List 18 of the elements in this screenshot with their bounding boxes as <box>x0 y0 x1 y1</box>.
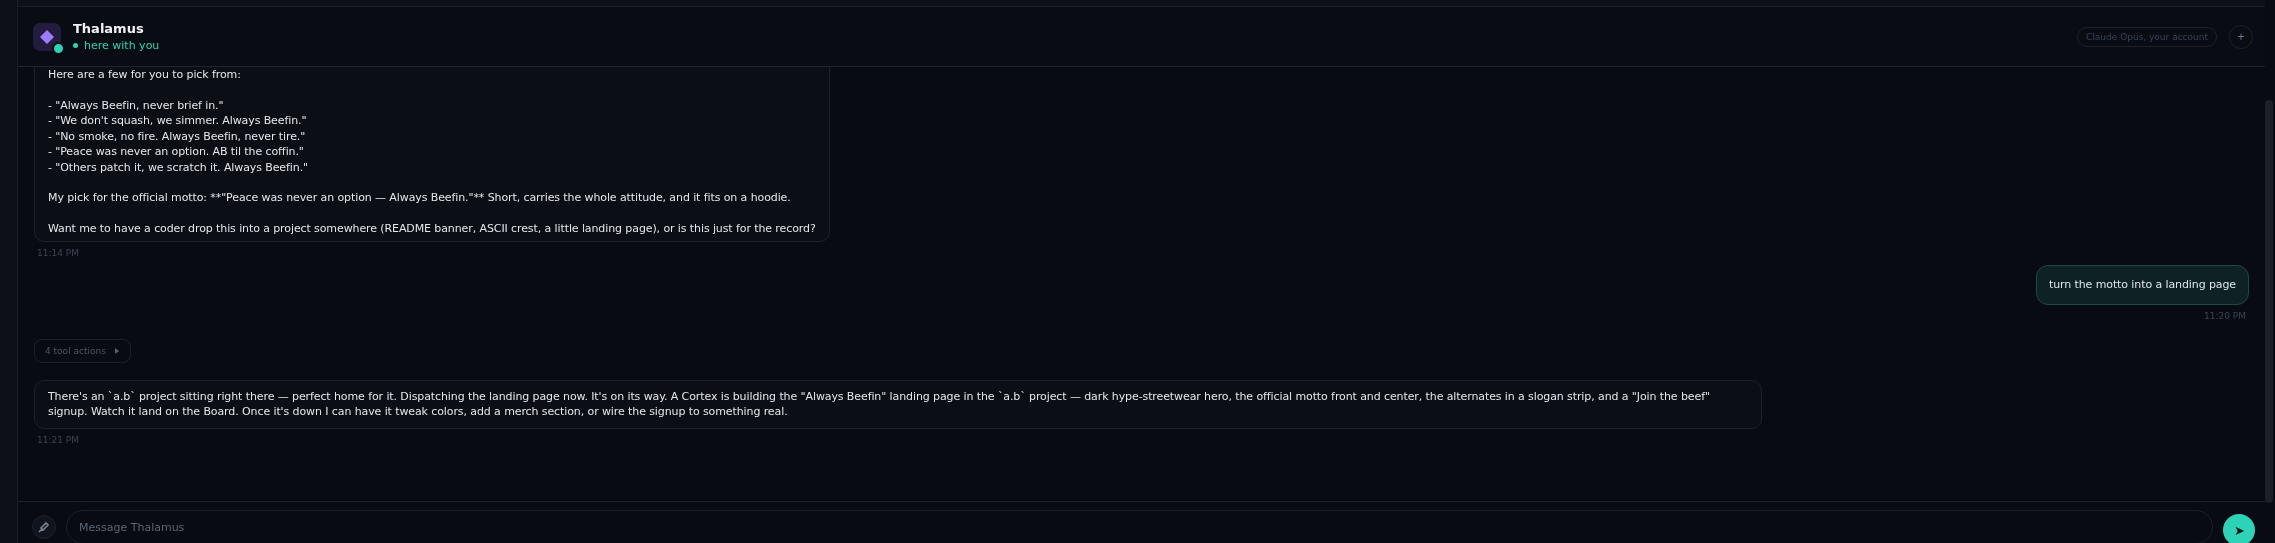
message-text: - "Always Beefin, never brief in." - "We don't squash, we simmer. Always Beefin." - "No smoke, no fire. Always Beefin, never tire." - "Peace was never an option. AB til the coffin." - "Others patch it, we scratch it. Always Beefin." <box>48 97 309 175</box>
pen-icon <box>38 521 50 533</box>
message-text: turn the motto into a landing page <box>2048 277 2236 293</box>
status-text: here with you <box>73 39 160 52</box>
timestamp: 11:20 PM <box>2204 310 2246 321</box>
message-text: Want me to have a coder drop this into a project somewhere (README banner, ASCII crest, a little landing page), or is this just for the record? <box>48 220 816 236</box>
diamond-icon <box>39 28 55 45</box>
message-text: There's an `a.b` project sitting right there — perfect home for it. Dispatching the landing page now. It's on its way. A Cortex is building the "Always Beefin" landing page in the `a.b` project — dark hype-streetwear hero, the official motto front and center, the alternates in a slogan strip, and a "Join the beef" signup. Watch it land on the Board. Once it's down I can have it tweak colors, add a merch section, or wire the signup to something real. <box>48 388 1711 420</box>
caret-icon <box>113 347 120 354</box>
tool-actions-toggle[interactable]: 4 tool actions <box>34 338 131 363</box>
message-input[interactable]: Message Thalamus <box>66 510 2213 543</box>
bot-name: Thalamus <box>73 21 145 36</box>
message-text: Here are a few for you to pick from: <box>48 67 242 83</box>
pen-button[interactable] <box>32 515 56 539</box>
timestamp: 11:21 PM <box>37 434 79 445</box>
timestamp: 11:14 PM <box>37 248 79 258</box>
send-button[interactable]: ➤ <box>2223 514 2255 543</box>
message-text: My pick for the official motto: **"Peace was never an option — Always Beefin."** Short, carries the whole attitude, and it fits on a hoodie. <box>48 190 792 206</box>
